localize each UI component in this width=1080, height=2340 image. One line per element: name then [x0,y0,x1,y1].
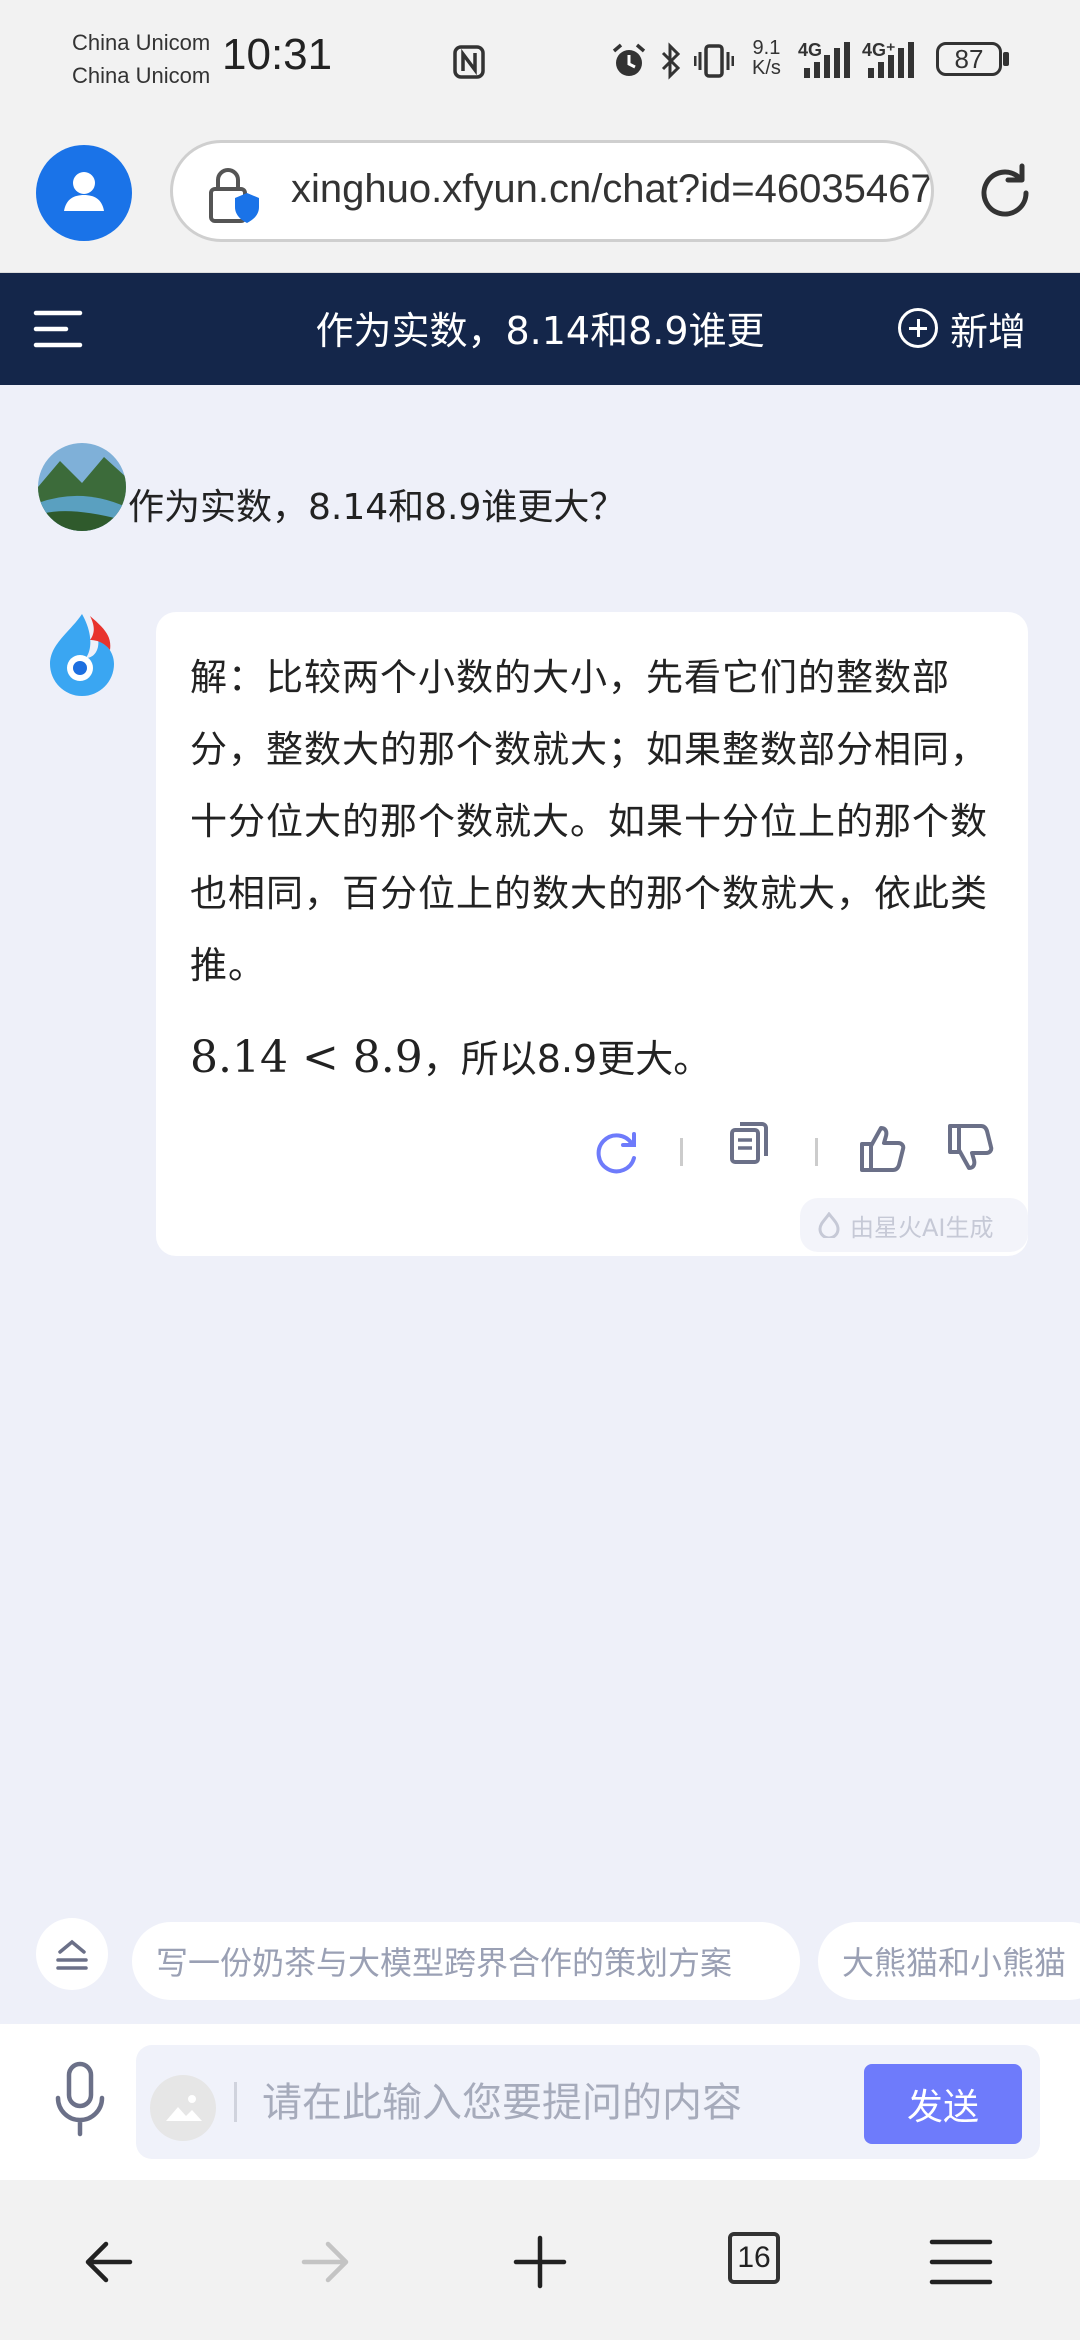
battery-indicator: 87 [936,42,1002,76]
copy-button[interactable] [722,1118,782,1178]
regenerate-button[interactable] [586,1122,646,1182]
collapse-up-icon [56,1939,88,1970]
image-icon [166,2095,202,2121]
action-divider [680,1138,683,1166]
answer-tail: ，所以8.9更大。 [422,1037,712,1081]
signal-2-icon: 4G⁺ [862,40,916,84]
suggestion-chip[interactable]: 写一份奶茶与大模型跨界合作的策划方案 [132,1922,800,2000]
clock: 10:31 [222,30,333,79]
new-chat-label: 新增 [950,309,1027,354]
spark-logo-icon [40,606,124,702]
vibrate-icon [693,42,735,84]
reload-button[interactable] [972,160,1038,226]
back-button[interactable] [74,2230,144,2294]
signal-1-icon: 4G [798,40,852,84]
answer-math-expression: 8.14 < 8.9 [190,1032,423,1083]
voice-input-button[interactable] [48,2058,112,2142]
ai-generated-badge: 由星火AI生成 [800,1198,1028,1252]
battery-tip [1003,52,1009,66]
regenerate-icon [596,1132,636,1174]
message-input-placeholder[interactable]: 请在此输入您要提问的内容 [262,2070,742,2128]
new-chat-button[interactable]: 新增 [898,300,1026,356]
user-avatar [38,443,126,531]
carrier-1: China Unicom [72,30,211,55]
nfc-icon [452,44,486,84]
ai-generated-label: 由星火AI生成 [850,1213,994,1242]
image-upload-button[interactable] [150,2075,216,2141]
user-icon [64,172,104,211]
thumbs-up-button[interactable] [854,1118,914,1178]
browser-menu-button[interactable] [926,2230,996,2294]
menu-lines-icon [929,2239,993,2285]
thumbs-down-icon [948,1124,994,1170]
suggestions-toggle-button[interactable] [36,1918,108,1990]
profile-button[interactable] [36,145,132,241]
arrow-right-icon [301,2241,349,2283]
url-text: xinghuo.xfyun.cn/chat?id=46035467 [291,167,933,211]
microphone-icon [55,2061,105,2137]
spark-small-icon [818,1212,840,1238]
action-divider [815,1138,818,1166]
tab-switcher-button[interactable]: 16 [728,2232,780,2284]
suggestion-chip[interactable]: 大熊猫和小熊猫 [818,1922,1080,2000]
alarm-icon [610,42,648,84]
arrow-left-icon [85,2241,133,2283]
input-divider [234,2082,237,2122]
thumbs-down-button[interactable] [942,1118,1002,1178]
secure-lock-icon[interactable] [203,163,267,231]
answer-text: 解：比较两个小数的大小，先看它们的整数部分，整数大的那个数就大；如果整数部分相同… [190,656,988,987]
answer-conclusion: 8.14 < 8.9，所以8.9更大。 [190,1028,711,1083]
plus-circle-icon [898,308,938,348]
user-message: 作为实数，8.14和8.9谁更大？ [128,487,626,528]
net-speed: 9.1 K/s [752,37,781,79]
new-tab-button[interactable] [505,2230,575,2294]
forward-button[interactable] [290,2230,360,2294]
thumbs-up-icon [860,1126,906,1172]
address-bar[interactable]: xinghuo.xfyun.cn/chat?id=46035467 [170,140,934,242]
send-button[interactable]: 发送 [864,2064,1022,2144]
copy-icon [730,1122,768,1164]
carrier-2: China Unicom [72,63,211,88]
plus-icon [513,2235,567,2289]
bluetooth-icon [660,42,682,84]
reload-icon [981,163,1029,217]
